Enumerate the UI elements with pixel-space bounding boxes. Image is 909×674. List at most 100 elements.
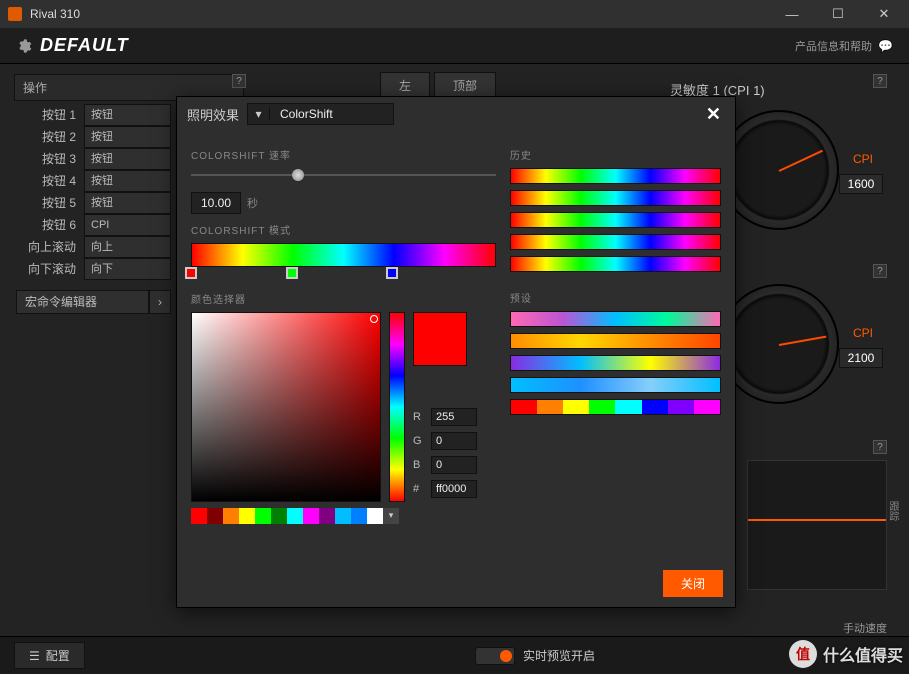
macro-expand-button[interactable]: › [149,290,171,314]
hue-slider[interactable] [389,312,405,502]
color-swatch[interactable] [255,508,271,524]
gradient-stops[interactable] [191,267,496,283]
app-logo-icon [8,7,22,21]
gradient-stop[interactable] [386,267,398,279]
watermark-text: 什么值得买 [823,642,903,666]
history-item[interactable] [510,190,721,206]
modal-header: 照明效果 ▾ ColorShift ✕ [177,97,735,131]
button-assign[interactable]: 按钮 [84,104,171,126]
color-swatch[interactable] [351,508,367,524]
tab-left[interactable]: 左 [380,72,430,99]
color-swatch[interactable] [287,508,303,524]
button-assign[interactable]: 按钮 [84,192,171,214]
g-input[interactable]: 0 [431,432,477,450]
titlebar: Rival 310 — ☐ ✕ [0,0,909,28]
help-icon[interactable]: ? [873,264,887,278]
cpi2-value[interactable]: 2100 [839,348,883,368]
preview-toggle[interactable] [475,647,515,665]
r-input[interactable]: 255 [431,408,477,426]
preset-item[interactable] [510,355,721,371]
history-item[interactable] [510,234,721,250]
preset-item[interactable] [510,399,721,415]
cpi2-gauge[interactable]: CPI 2100 [719,284,839,404]
list-icon: ☰ [29,649,40,663]
color-swatch[interactable] [367,508,383,524]
color-swatch[interactable] [271,508,287,524]
minimize-button[interactable]: — [769,0,815,28]
history-item[interactable] [510,212,721,228]
button-row: 按钮 4按钮 [16,170,171,192]
button-row: 向下滚动向下 [16,258,171,280]
gear-icon[interactable] [16,38,32,54]
tab-top[interactable]: 顶部 [434,72,496,99]
preset-item[interactable] [510,333,721,349]
history-item[interactable] [510,168,721,184]
history-section-header: 历史 [510,147,721,162]
watermark: 值 什么值得买 [789,640,903,668]
gradient-stop[interactable] [185,267,197,279]
effect-dropdown[interactable]: ▾ ColorShift [247,103,394,125]
help-icon[interactable]: ? [873,440,887,454]
picker-section-header: 颜色选择器 [191,291,496,306]
color-swatch[interactable] [223,508,239,524]
config-button[interactable]: ☰ 配置 [14,642,85,669]
speed-graph: 跟踪 [747,460,887,590]
button-row: 按钮 5按钮 [16,192,171,214]
button-assign[interactable]: 按钮 [84,170,171,192]
rate-slider[interactable] [191,168,496,182]
preview-label: 实时预览开启 [523,647,595,664]
color-swatch[interactable] [239,508,255,524]
color-swatch[interactable] [191,508,207,524]
button-row: 按钮 1按钮 [16,104,171,126]
r-label: R [413,411,425,423]
cpi-label: CPI [853,152,873,166]
b-input[interactable]: 0 [431,456,477,474]
header: DEFAULT 产品信息和帮助 💬 [0,28,909,64]
color-swatch[interactable] [335,508,351,524]
preset-item[interactable] [510,311,721,327]
chevron-down-icon: ▾ [248,107,270,121]
hex-label: # [413,483,425,495]
effect-selected: ColorShift [270,107,393,121]
view-tabs: 左 顶部 [380,72,496,99]
color-swatch[interactable] [319,508,335,524]
history-item[interactable] [510,256,721,272]
macro-editor-button[interactable]: 宏命令编辑器 [16,290,149,314]
rate-input[interactable]: 10.00 [191,192,241,214]
button-label: 按钮 4 [16,170,82,192]
cpi1-value[interactable]: 1600 [839,174,883,194]
swatch-more-button[interactable]: ▾ [383,508,399,524]
cpi-label: CPI [853,326,873,340]
help-icon[interactable]: ? [232,74,246,88]
color-swatch[interactable] [207,508,223,524]
button-assign[interactable]: CPI [84,214,171,236]
button-label: 向上滚动 [16,236,82,258]
presets-section-header: 预设 [510,290,721,305]
maximize-button[interactable]: ☐ [815,0,861,28]
color-swatch[interactable] [303,508,319,524]
button-assign[interactable]: 向上 [84,236,171,258]
color-preview [413,312,467,366]
saturation-value-picker[interactable] [191,312,381,502]
button-assign[interactable]: 按钮 [84,126,171,148]
b-label: B [413,459,425,471]
help-icon[interactable]: ? [873,74,887,88]
button-row: 按钮 2按钮 [16,126,171,148]
help-icon[interactable]: 💬 [878,39,893,53]
preset-item[interactable] [510,377,721,393]
button-assign[interactable]: 向下 [84,258,171,280]
config-label: 配置 [46,647,70,664]
cpi1-gauge[interactable]: CPI 1600 [719,110,839,230]
close-button[interactable]: 关闭 [663,570,723,597]
button-assign[interactable]: 按钮 [84,148,171,170]
close-window-button[interactable]: ✕ [861,0,907,28]
g-label: G [413,435,425,447]
gradient-bar[interactable] [191,243,496,267]
profile-name: DEFAULT [40,35,129,56]
hex-input[interactable]: ff0000 [431,480,477,498]
gradient-stop[interactable] [286,267,298,279]
button-label: 按钮 6 [16,214,82,236]
close-icon[interactable]: ✕ [702,100,725,129]
help-link[interactable]: 产品信息和帮助 [795,38,872,54]
speed-axis-label: 跟踪 [885,501,900,521]
